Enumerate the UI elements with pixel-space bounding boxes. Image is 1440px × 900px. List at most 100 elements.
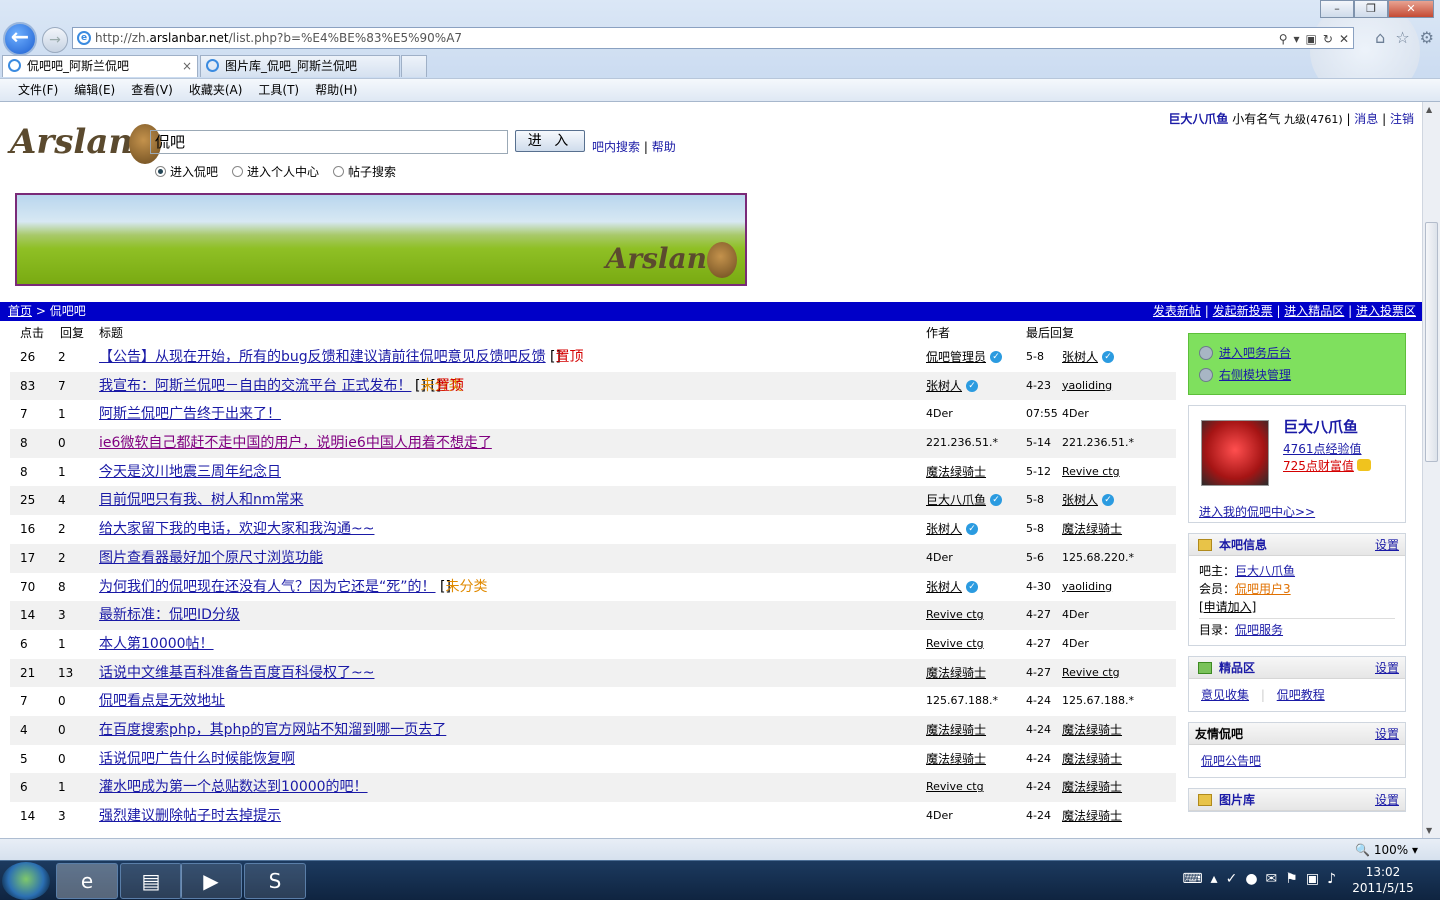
- directory-link[interactable]: 侃吧服务: [1235, 623, 1283, 637]
- author-link[interactable]: 125.67.188.*: [926, 687, 998, 715]
- author-link[interactable]: 4Der: [926, 544, 953, 572]
- author-link[interactable]: 魔法绿骑士: [926, 659, 986, 687]
- network-icon[interactable]: ▣: [1306, 871, 1319, 887]
- forward-button[interactable]: →: [42, 27, 68, 53]
- start-button[interactable]: [2, 862, 50, 900]
- thread-title-link[interactable]: 侃吧看点是无效地址: [99, 687, 225, 715]
- sogou-taskbar-icon[interactable]: S: [244, 863, 306, 899]
- scroll-thumb[interactable]: [1425, 222, 1438, 462]
- radio-post-search[interactable]: 帖子搜索: [333, 163, 396, 180]
- last-reply-user[interactable]: yaoliding: [1062, 573, 1112, 601]
- menu-view[interactable]: 查看(V): [123, 79, 181, 101]
- vertical-scrollbar[interactable]: ▲ ▼: [1422, 102, 1440, 838]
- media-player-taskbar-icon[interactable]: ▶: [180, 863, 242, 899]
- antivirus-icon[interactable]: ●: [1245, 871, 1257, 887]
- last-reply-user[interactable]: Revive ctg: [1062, 458, 1120, 486]
- friend-link-announcements[interactable]: 侃吧公告吧: [1201, 754, 1261, 768]
- thread-title-link[interactable]: ie6微软自己都赶不走中国的用户，说明ie6中国人用着不想走了: [99, 429, 492, 457]
- thread-title-link[interactable]: 我宣布：阿斯兰侃吧－自由的交流平台 正式发布！: [99, 372, 411, 400]
- last-reply-user[interactable]: 4Der: [1062, 601, 1089, 629]
- address-bar[interactable]: e http://zh.arslanbar.net/list.php?b=%E4…: [72, 27, 1354, 49]
- username-link[interactable]: 巨大八爪鱼: [1168, 112, 1228, 126]
- tag-pinned[interactable]: 置顶: [555, 343, 583, 371]
- thread-title-link[interactable]: 话说中文维基百科准备告百度百科侵权了~~: [99, 659, 374, 687]
- tag-uncategorized[interactable]: 未分类: [445, 573, 487, 601]
- compat-view-icon[interactable]: ▣: [1306, 29, 1317, 49]
- thread-title-link[interactable]: 阿斯兰侃吧广告终于出来了！: [99, 400, 281, 428]
- taskbar-clock[interactable]: 13:02 2011/5/15: [1348, 864, 1418, 896]
- logout-link[interactable]: 注销: [1390, 112, 1414, 126]
- user-wealth[interactable]: 725点财富值: [1283, 457, 1371, 474]
- radio-enter-bar[interactable]: 进入侃吧: [155, 163, 218, 180]
- search-input[interactable]: 侃吧: [150, 130, 508, 154]
- member-link[interactable]: 侃吧用户3: [1235, 582, 1291, 596]
- breadcrumb-home[interactable]: 首页: [8, 304, 32, 318]
- bar-info-settings[interactable]: 设置: [1375, 534, 1399, 556]
- zoom-level[interactable]: 🔍 100% ▾: [1355, 839, 1418, 861]
- tag-pinned[interactable]: 置顶: [436, 372, 464, 400]
- author-link[interactable]: 221.236.51.*: [926, 429, 998, 457]
- minimize-button[interactable]: –: [1320, 0, 1354, 18]
- thread-title-link[interactable]: 目前侃吧只有我、树人和nm常来: [99, 486, 304, 514]
- author-link[interactable]: Revive ctg: [926, 630, 984, 658]
- author-link[interactable]: 侃吧管理员: [926, 343, 986, 371]
- last-reply-user[interactable]: 4Der: [1062, 630, 1089, 658]
- close-tab-icon[interactable]: ×: [182, 56, 192, 76]
- thread-title-link[interactable]: 灌水吧成为第一个总贴数达到10000的吧！: [99, 773, 368, 801]
- show-hidden-icon[interactable]: ▴: [1211, 871, 1218, 887]
- author-link[interactable]: 魔法绿骑士: [926, 458, 986, 486]
- last-reply-user[interactable]: 魔法绿骑士: [1062, 745, 1122, 773]
- gallery-settings[interactable]: 设置: [1375, 789, 1399, 811]
- last-reply-user[interactable]: 魔法绿骑士: [1062, 773, 1122, 801]
- thread-title-link[interactable]: 话说侃吧广告什么时候能恢复啊: [99, 745, 295, 773]
- last-reply-user[interactable]: 魔法绿骑士: [1062, 515, 1122, 543]
- keyboard-icon[interactable]: ⌨: [1182, 871, 1202, 887]
- elite-settings[interactable]: 设置: [1375, 657, 1399, 679]
- thread-title-link[interactable]: 给大家留下我的电话，欢迎大家和我沟通~~: [99, 515, 374, 543]
- user-card-name[interactable]: 巨大八爪鱼: [1283, 416, 1358, 437]
- scroll-down-icon[interactable]: ▼: [1426, 826, 1432, 835]
- author-link[interactable]: Revive ctg: [926, 601, 984, 629]
- new-tab-button[interactable]: [401, 55, 427, 77]
- author-link[interactable]: Revive ctg: [926, 773, 984, 801]
- last-reply-user[interactable]: 4Der: [1062, 400, 1089, 428]
- scroll-up-icon[interactable]: ▲: [1426, 105, 1432, 114]
- apply-join-link[interactable]: [申请加入]: [1199, 598, 1395, 616]
- friends-settings[interactable]: 设置: [1375, 723, 1399, 745]
- poll-area-link[interactable]: 进入投票区: [1356, 304, 1416, 318]
- home-icon[interactable]: ⌂: [1375, 28, 1385, 47]
- elite-link-feedback[interactable]: 意见收集: [1201, 688, 1249, 702]
- favorites-star-icon[interactable]: ☆: [1395, 28, 1409, 47]
- thread-title-link[interactable]: 【公告】从现在开始，所有的bug反馈和建议请前往侃吧意见反馈吧反馈: [99, 343, 546, 371]
- menu-favorites[interactable]: 收藏夹(A): [181, 79, 251, 101]
- last-reply-user[interactable]: 125.68.220.*: [1062, 544, 1134, 572]
- menu-file[interactable]: 文件(F): [10, 79, 66, 101]
- tab-gallery[interactable]: 图片库_侃吧_阿斯兰侃吧: [200, 55, 400, 77]
- thread-title-link[interactable]: 最新标准：侃吧ID分级: [99, 601, 240, 629]
- last-reply-user[interactable]: 张树人: [1062, 486, 1098, 514]
- author-link[interactable]: 张树人: [926, 573, 962, 601]
- radio-personal-center[interactable]: 进入个人中心: [232, 163, 319, 180]
- owner-link[interactable]: 巨大八爪鱼: [1235, 564, 1295, 578]
- tab-kanba[interactable]: 侃吧吧_阿斯兰侃吧 ×: [2, 55, 198, 77]
- author-link[interactable]: 魔法绿骑士: [926, 745, 986, 773]
- chat-icon[interactable]: ✉: [1266, 871, 1278, 887]
- menu-tools[interactable]: 工具(T): [250, 79, 307, 101]
- search-icon[interactable]: ⚲: [1279, 29, 1288, 49]
- elite-area-link[interactable]: 进入精品区: [1284, 304, 1344, 318]
- module-manage-item[interactable]: 右侧模块管理: [1197, 364, 1397, 386]
- author-link[interactable]: 4Der: [926, 802, 953, 830]
- author-link[interactable]: 魔法绿骑士: [926, 716, 986, 744]
- menu-edit[interactable]: 编辑(E): [66, 79, 123, 101]
- back-button[interactable]: ←: [3, 22, 37, 56]
- last-reply-user[interactable]: 张树人: [1062, 343, 1098, 371]
- last-reply-user[interactable]: 魔法绿骑士: [1062, 802, 1122, 830]
- last-reply-user[interactable]: 魔法绿骑士: [1062, 716, 1122, 744]
- thread-title-link[interactable]: 本人第10000帖！: [99, 630, 214, 658]
- elite-link-tutorial[interactable]: 侃吧教程: [1277, 688, 1325, 702]
- author-link[interactable]: 4Der: [926, 400, 953, 428]
- thread-title-link[interactable]: 图片查看器最好加个原尺寸浏览功能: [99, 544, 323, 572]
- thread-title-link[interactable]: 为何我们的侃吧现在还没有人气？因为它还是“死”的！: [99, 573, 436, 601]
- thread-title-link[interactable]: 今天是汶川地震三周年纪念日: [99, 458, 281, 486]
- author-link[interactable]: 巨大八爪鱼: [926, 486, 986, 514]
